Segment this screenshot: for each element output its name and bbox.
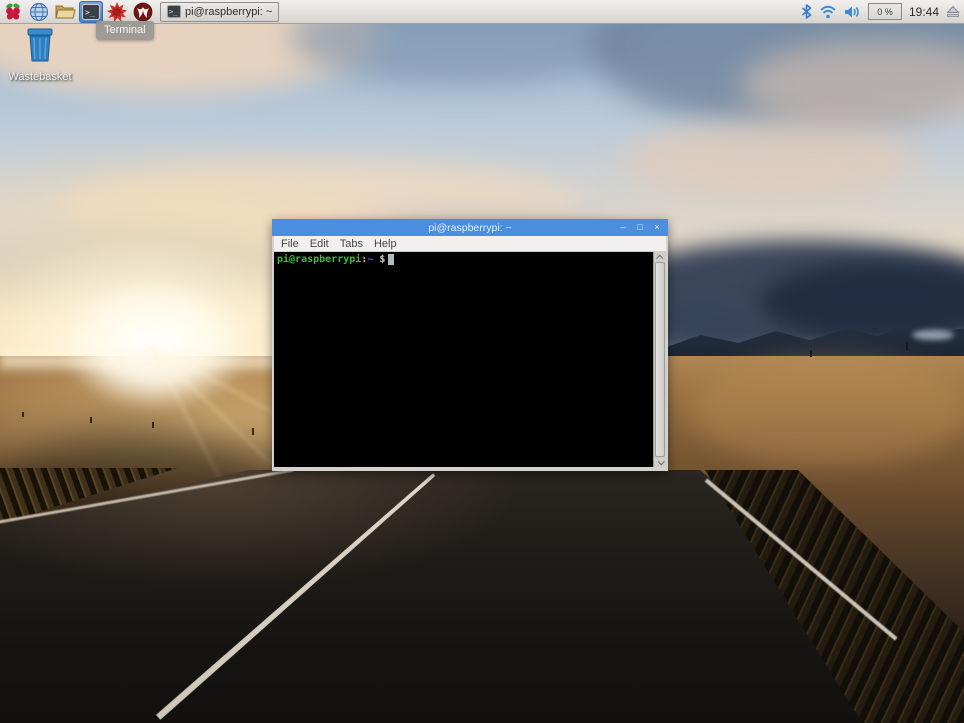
sun [60,280,250,410]
web-browser-icon[interactable] [27,1,51,23]
svg-text:>_: >_ [85,8,95,17]
wastebasket-icon [21,26,59,64]
taskbar-window-button[interactable]: >_ pi@raspberrypi: ~ [160,2,279,22]
volume-icon[interactable] [844,5,861,19]
prompt-symbol: $ [379,254,385,265]
terminal-launcher-icon[interactable]: >_ [79,1,103,23]
cpu-monitor[interactable]: 0 % [868,3,902,20]
bluetooth-icon[interactable] [801,4,812,19]
wastebasket-label: Wastebasket [8,71,72,83]
menu-tabs[interactable]: Tabs [340,238,363,250]
wolfram-icon[interactable] [131,1,155,23]
shell-prompt: pi@raspberrypi:~ $ [274,252,666,268]
fence-post [90,417,92,423]
cloud [620,120,920,200]
menu-help[interactable]: Help [374,238,397,250]
window-button-label: pi@raspberrypi: ~ [185,6,272,18]
prompt-path: ~ [367,254,373,265]
maximize-button[interactable]: □ [635,223,645,232]
terminal-tooltip: Terminal [96,21,154,40]
terminal-titlebar[interactable]: pi@raspberrypi: ~ – □ × [272,219,668,236]
fence-post [22,412,24,417]
menu-edit[interactable]: Edit [310,238,329,250]
scroll-down-arrow-icon[interactable] [654,457,666,467]
file-manager-icon[interactable] [53,1,77,23]
menu-file[interactable]: File [281,238,299,250]
terminal-window: pi@raspberrypi: ~ – □ × File Edit Tabs H… [272,219,668,471]
fence-post [252,428,254,435]
terminal-window-title: pi@raspberrypi: ~ [272,222,668,234]
snowcap [912,330,954,340]
window-controls: – □ × [618,219,662,236]
field-sunlit [690,356,964,466]
minimize-button[interactable]: – [618,223,628,232]
text-cursor [388,254,394,265]
cpu-usage-label: 0 % [877,7,893,17]
terminal-scrollbar[interactable] [653,252,666,467]
power-pole [906,342,908,351]
fence-post [152,422,154,428]
scroll-up-arrow-icon[interactable] [654,252,666,262]
taskbar-launchers: >_ >_ pi@raspberrypi: [0,0,279,24]
eject-icon[interactable] [946,5,960,18]
wastebasket-desktop-icon[interactable]: Wastebasket [8,26,72,83]
wifi-icon[interactable] [819,5,837,19]
power-pole [810,350,812,357]
svg-text:>_: >_ [169,8,178,16]
prompt-user-host: pi@raspberrypi [277,254,361,265]
mathematica-icon[interactable] [105,1,129,23]
close-button[interactable]: × [652,223,662,232]
desktop-screen: Wastebasket [0,0,964,723]
taskbar-clock[interactable]: 19:44 [909,5,939,19]
terminal-menubar: File Edit Tabs Help [274,236,666,252]
terminal-content[interactable]: pi@raspberrypi:~ $ [274,252,666,467]
taskbar-tray: 0 % 19:44 [801,3,964,20]
window-terminal-icon: >_ [167,5,181,18]
menu-raspberry-icon[interactable] [1,1,25,23]
scrollbar-thumb[interactable] [655,262,665,457]
